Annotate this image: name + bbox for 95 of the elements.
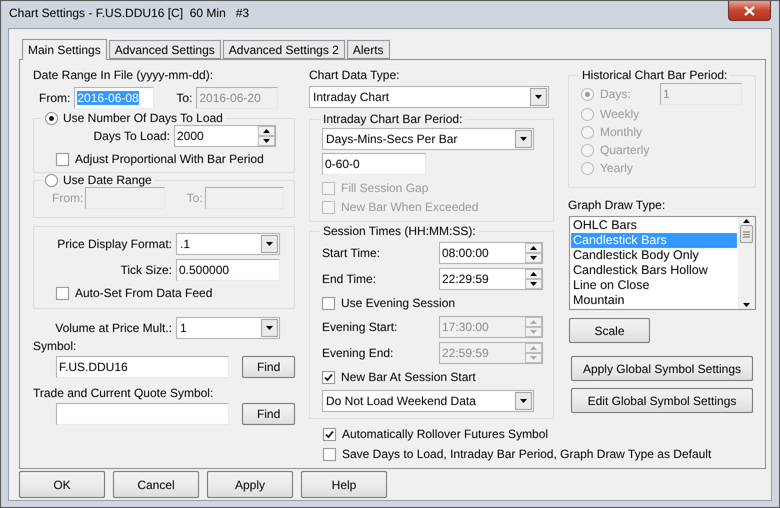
time-label: End Time: [322,272,376,286]
close-icon [744,6,755,16]
tab[interactable]: Main Settings [22,39,107,60]
days-spin-field[interactable]: 2000 [174,125,276,147]
list-item[interactable]: Mountain [571,293,737,308]
dialog-button[interactable]: Help [301,471,387,498]
down-arrow-icon [263,139,270,143]
up-arrow-icon [530,246,537,250]
chart-data-type-dropdown[interactable]: Intraday Chart [309,86,549,108]
time-label: Evening Start: [322,320,398,334]
radio-label: Weekly [600,107,640,121]
to-date-field[interactable] [204,187,284,209]
checkbox[interactable] [56,152,69,166]
dialog-button[interactable]: Apply [207,471,293,498]
spin-down-button[interactable] [525,279,542,289]
radio-label: Days: [600,87,632,101]
checkbox-label: New Bar When Exceeded [341,200,478,214]
up-arrow-icon [530,320,537,324]
date-range-label: Date Range In File (yyyy-mm-dd): [33,68,214,82]
time-spin-field[interactable]: 08:00:00 [439,242,543,264]
radio-label: Monthly [600,125,642,139]
checkbox-label: Use Evening Session [341,296,456,310]
group-label: Historical Chart Bar Period: [582,68,728,82]
tick-size-field[interactable]: 0.500000 [176,259,280,281]
scroll-up-icon [743,219,750,223]
group-label: Session Times (HH:MM:SS): [323,224,476,238]
checkbox-label: Automatically Rollover Futures Symbol [342,427,548,441]
checkbox-label: Save Days to Load, Intraday Bar Period, Graph Draw Type as Default [342,447,712,461]
tick-size-label: Tick Size: [120,263,172,277]
close-button[interactable] [728,1,771,21]
symbol-field[interactable]: F.US.DDU16 [56,356,230,378]
checkbox-label: Adjust Proportional With Bar Period [75,152,264,166]
quote-symbol-field[interactable] [56,403,230,425]
list-item[interactable]: Candlestick Body Only [571,248,737,263]
tab[interactable]: Advanced Settings [108,40,221,59]
dialog-button[interactable]: Cancel [113,471,199,498]
list-item[interactable]: OHLC Bars [571,218,737,233]
group-label: Intraday Chart Bar Period: [323,112,462,126]
global-settings-button[interactable]: Edit Global Symbol Settings [571,388,753,413]
down-arrow-icon [530,330,537,334]
scroll-thumb[interactable] [740,225,753,243]
down-arrow-icon [530,256,537,260]
up-arrow-icon [530,346,537,350]
global-settings-button[interactable]: Apply Global Symbol Settings [571,356,753,381]
volume-mult-label: Volume at Price Mult.: [55,321,172,335]
checkbox-label: Auto-Set From Data Feed [75,286,212,300]
tab[interactable]: Advanced Settings 2 [222,40,345,59]
group-label: Use Number Of Days To Load [63,111,223,125]
checkbox-label: New Bar At Session Start [341,370,476,384]
tab[interactable]: Alerts [346,40,390,59]
find-button[interactable]: Find [242,356,295,378]
radio-button[interactable] [45,112,58,124]
chart-data-type-label: Chart Data Type: [309,68,400,82]
price-format-dropdown[interactable]: .1 [176,233,280,255]
spin-down-button[interactable] [258,136,275,146]
window-title: Chart Settings - F.US.DDU16 [C] 60 Min #3 [9,6,250,20]
group-label: Use Date Range [63,173,152,187]
down-arrow-icon [530,356,537,360]
volume-mult-dropdown[interactable]: 1 [176,317,280,339]
find-button[interactable]: Find [242,403,295,425]
spin-up-button[interactable] [525,269,542,279]
bar-period-field[interactable]: 0-60-0 [322,153,426,175]
to-label: To: [186,191,203,205]
scale-button[interactable]: Scale [569,318,650,343]
days-to-load-label: Days To Load: [94,129,170,143]
radio-label: Yearly [600,161,633,175]
spin-up-button[interactable] [525,243,542,253]
weekend-data-dropdown[interactable]: Do Not Load Weekend Data [322,390,534,412]
up-arrow-icon [263,129,270,133]
up-arrow-icon [530,272,537,276]
checkbox[interactable] [323,428,336,440]
checkbox[interactable] [322,296,335,310]
checkbox-label: Fill Session Gap [341,181,428,195]
checkbox[interactable] [322,370,335,384]
spin-up-button[interactable] [258,126,275,136]
list-item[interactable]: Candlestick Bars Hollow [571,263,737,278]
bar-unit-dropdown[interactable]: Days-Mins-Secs Per Bar [322,128,534,150]
scroll-down-icon [743,303,750,307]
dialog-button[interactable]: OK [19,471,105,498]
quote-symbol-label: Trade and Current Quote Symbol: [33,386,214,400]
time-label: Evening End: [322,346,394,360]
symbol-label: Symbol: [33,339,78,353]
price-format-label: Price Display Format: [57,237,172,251]
time-spin-field[interactable]: 22:29:59 [439,268,543,290]
from-label: From: [39,91,70,105]
graph-draw-type-label: Graph Draw Type: [568,198,666,212]
list-item[interactable]: Line on Close [571,278,737,293]
from-label: From: [52,191,84,205]
down-arrow-icon [530,282,537,286]
checkbox[interactable] [56,286,69,300]
time-label: Start Time: [322,246,380,260]
radio-label: Quarterly [600,143,650,157]
spin-down-button[interactable] [525,253,542,263]
to-label: To: [176,91,192,105]
checkbox[interactable] [323,448,336,460]
